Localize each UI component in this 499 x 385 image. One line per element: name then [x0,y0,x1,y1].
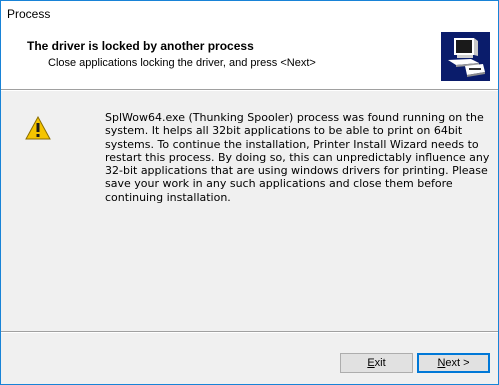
page-heading: The driver is locked by another process [27,39,254,53]
exit-button[interactable]: Exit [340,353,413,373]
message-text: SplWow64.exe (Thunking Spooler) process … [105,111,490,204]
window-title: Process [7,7,51,21]
warning-icon [25,116,51,140]
next-button[interactable]: Next > [417,353,490,373]
title-bar[interactable]: Process [1,1,498,25]
footer-divider [1,331,498,333]
header-divider [1,89,498,91]
next-mnemonic: N [437,357,446,369]
process-dialog: Process The driver is locked by another … [0,0,499,385]
exit-mnemonic: E [367,357,375,369]
printer-computer-icon [441,32,490,81]
exit-label: xit [374,357,386,369]
next-label: ext > [445,357,470,369]
page-subheading: Close applications locking the driver, a… [48,57,316,69]
header-panel: The driver is locked by another process … [1,25,498,89]
